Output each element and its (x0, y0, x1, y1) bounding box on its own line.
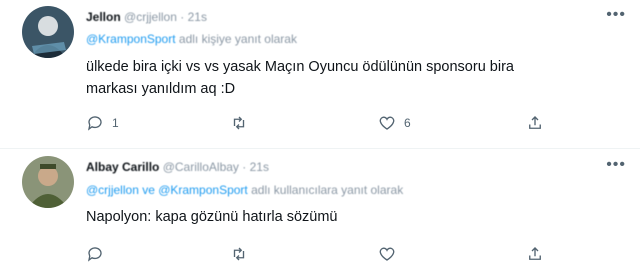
heart-icon (379, 247, 395, 261)
like-button[interactable]: 6 (378, 114, 411, 132)
reply-icon (87, 116, 102, 131)
separator-dot: · (180, 10, 185, 24)
share-button[interactable] (526, 245, 544, 263)
tweet-text: Napolyon: kapa gözünü hatırla sözümü (86, 209, 338, 225)
tweet-text: ülkede bira içki vs vs yasak Maçın Oyunc… (86, 59, 514, 97)
more-dots-icon[interactable]: ••• (606, 6, 626, 24)
display-name[interactable]: Albay Carillo (86, 160, 159, 174)
avatar[interactable] (22, 6, 74, 58)
reply-context: @KramponSport adlı kişiye yanıt olarak (86, 32, 297, 46)
share-icon (529, 116, 541, 129)
like-count: 6 (404, 116, 411, 130)
reply-context: @crjjellon ve @KramponSport adlı kullanı… (86, 183, 403, 197)
reply-suffix: adlı kişiye yanıt olarak (178, 32, 297, 46)
timestamp[interactable]: 21s (250, 160, 269, 174)
tweet-header: Jellon @crjjellon · 21s (86, 10, 207, 24)
retweet-icon (233, 247, 245, 261)
reply-mentions[interactable]: @KramponSport (86, 32, 176, 46)
separator-dot: · (242, 160, 247, 174)
user-handle[interactable]: @CarilloAlbay (163, 160, 239, 174)
reply-mentions[interactable]: @crjjellon ve @KramponSport (86, 183, 248, 197)
reply-suffix: adlı kullanıcılara yanıt olarak (251, 183, 404, 197)
tweet-actions (86, 245, 556, 265)
share-icon (529, 247, 541, 260)
share-button[interactable] (526, 114, 544, 132)
reply-icon (87, 247, 102, 262)
like-button[interactable] (378, 245, 396, 263)
reply-button[interactable] (86, 245, 104, 263)
tweet-actions: 1 6 (86, 114, 556, 134)
timestamp[interactable]: 21s (188, 10, 207, 24)
reply-count: 1 (112, 116, 119, 130)
display-name[interactable]: Jellon (86, 10, 121, 24)
reply-button[interactable]: 1 (86, 114, 119, 132)
more-dots-icon[interactable]: ••• (606, 156, 626, 174)
avatar[interactable] (22, 156, 74, 208)
heart-icon (379, 116, 395, 130)
user-handle[interactable]: @crjjellon (124, 10, 177, 24)
tweet-header: Albay Carillo @CarilloAlbay · 21s (86, 160, 269, 174)
retweet-button[interactable] (230, 245, 248, 263)
retweet-icon (233, 116, 245, 130)
retweet-button[interactable] (230, 114, 256, 132)
